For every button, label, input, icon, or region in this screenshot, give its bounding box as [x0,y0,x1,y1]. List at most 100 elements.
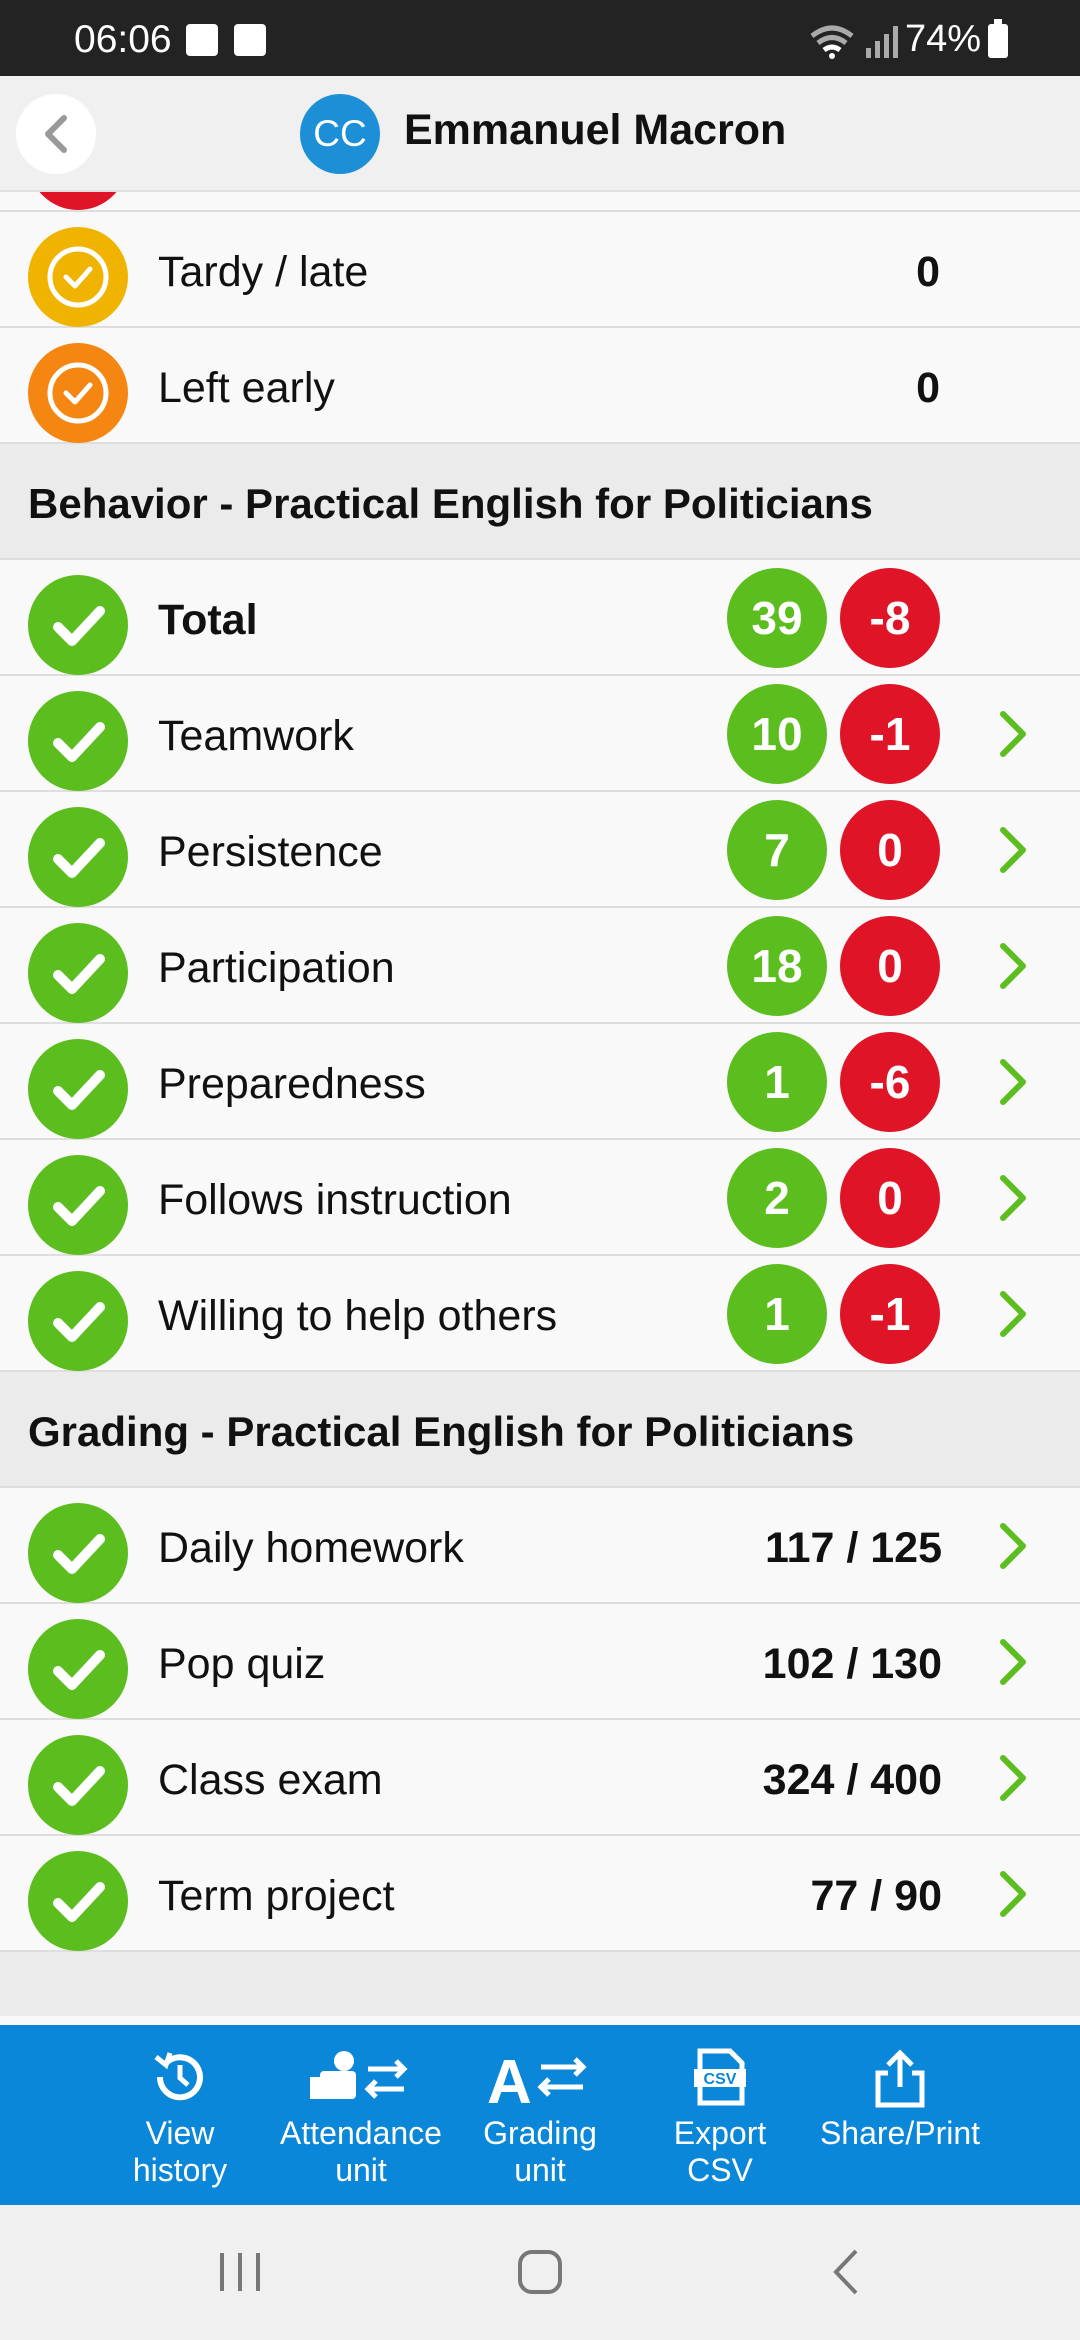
behavior-label: Total [158,596,258,644]
attendance-unit-label-2: unit [335,2152,387,2188]
absent-icon [28,192,128,210]
chevron-right-icon [1000,1175,1026,1221]
behavior-row[interactable]: Persistence 7 0 [0,792,1080,908]
battery-icon [988,19,1008,58]
system-nav-bar [0,2205,1080,2340]
signal-icon [866,26,898,58]
chevron-right-icon [1000,827,1026,873]
check-circle-icon [28,1039,128,1139]
negative-points-badge: -8 [840,568,940,668]
check-circle-icon [28,807,128,907]
attendance-unit-button[interactable]: Attendance unit [268,2025,454,2205]
section-behavior: Behavior - Practical English for Politic… [0,444,1080,560]
clock-check-icon [28,227,128,327]
grading-score: 77 / 90 [810,1872,943,1920]
grading-row[interactable]: Term project 77 / 90 [0,1836,1080,1952]
positive-points-badge: 7 [727,800,827,900]
chevron-right-icon [1000,943,1026,989]
back-button[interactable] [16,94,96,174]
check-circle-icon [28,1619,128,1719]
negative-points-badge: -1 [840,1264,940,1364]
csv-file-icon: CSV [694,2048,746,2106]
behavior-label: Persistence [158,828,383,876]
export-csv-label-1: Export [673,2115,767,2151]
clock-check-icon [28,343,128,443]
status-time: 06:06 [74,18,172,61]
checkbox-notification-icon [234,24,266,56]
view-history-button[interactable]: View history [120,2025,240,2205]
behavior-row[interactable]: Teamwork 10 -1 [0,676,1080,792]
avatar: CC [300,94,380,174]
view-history-label-1: View [145,2115,215,2151]
grading-unit-button[interactable]: A Grading unit [470,2025,610,2205]
battery-percent: 74% [905,18,982,60]
chevron-right-icon [1000,1291,1026,1337]
behavior-total-row[interactable]: Total 39 -8 [0,560,1080,676]
recent-apps-icon[interactable] [216,2247,264,2297]
check-circle-icon [28,1735,128,1835]
status-bar: 06:06 74% [0,0,1080,76]
negative-points-badge: -1 [840,684,940,784]
history-icon [154,2052,203,2101]
attendance-unit-label-1: Attendance [280,2115,442,2151]
behavior-label: Preparedness [158,1060,426,1108]
bottom-toolbar: View history Attendance unit A Grading unit… [0,2025,1080,2205]
behavior-row[interactable]: Willing to help others 1 -1 [0,1256,1080,1372]
negative-points-badge: -6 [840,1032,940,1132]
gallery-notification-icon [186,24,218,56]
behavior-row[interactable]: Preparedness 1 -6 [0,1024,1080,1140]
grading-row[interactable]: Class exam 324 / 400 [0,1720,1080,1836]
negative-points-badge: 0 [840,800,940,900]
behavior-label: Follows instruction [158,1176,512,1224]
row-label: Tardy / late [158,248,369,296]
list-item[interactable]: Tardy / late 0 [0,212,1080,328]
behavior-row[interactable]: Participation 18 0 [0,908,1080,1024]
view-history-label-2: history [132,2152,228,2188]
negative-points-badge: 0 [840,916,940,1016]
chevron-left-icon [45,115,67,153]
check-circle-icon [28,1851,128,1951]
student-name: Emmanuel Macron [404,106,787,154]
check-circle-icon [28,1155,128,1255]
check-circle-icon [28,691,128,791]
svg-text:A: A [487,2048,532,2107]
share-icon [875,2049,925,2108]
export-csv-button[interactable]: CSV Export CSV [660,2025,780,2205]
positive-points-badge: 39 [727,568,827,668]
section-title-grading: Grading - Practical English for Politici… [28,1408,855,1455]
check-circle-icon [28,1503,128,1603]
system-back-icon[interactable] [826,2247,866,2297]
export-csv-label-2: CSV [687,2152,753,2188]
chevron-right-icon [1000,1059,1026,1105]
list-end-spacer [0,1952,1080,2016]
row-value: 0 [916,248,940,296]
grading-score: 117 / 125 [765,1524,942,1572]
positive-points-badge: 10 [727,684,827,784]
grading-unit-label-2: unit [514,2152,566,2188]
grading-row[interactable]: Pop quiz 102 / 130 [0,1604,1080,1720]
positive-points-badge: 1 [727,1032,827,1132]
grading-row[interactable]: Daily homework 117 / 125 [0,1488,1080,1604]
list-item-partial [0,192,1080,212]
behavior-row[interactable]: Follows instruction 2 0 [0,1140,1080,1256]
section-title-behavior: Behavior - Practical English for Politic… [28,480,873,527]
share-print-button[interactable]: Share/Print [808,2025,992,2205]
behavior-label: Willing to help others [158,1292,558,1340]
grading-score: 102 / 130 [762,1640,942,1688]
chevron-right-icon [1000,1639,1026,1685]
list-item[interactable]: Left early 0 [0,328,1080,444]
chevron-right-icon [1000,1755,1026,1801]
positive-points-badge: 2 [727,1148,827,1248]
grading-unit-label-1: Grading [483,2115,597,2151]
section-grading: Grading - Practical English for Politici… [0,1372,1080,1488]
grading-label: Daily homework [158,1524,464,1572]
positive-points-badge: 1 [727,1264,827,1364]
behavior-label: Participation [158,944,395,992]
svg-text:CSV: CSV [704,2071,737,2088]
home-icon[interactable] [516,2247,564,2297]
negative-points-badge: 0 [840,1148,940,1248]
check-circle-icon [28,923,128,1023]
grading-label: Term project [158,1872,395,1920]
share-print-label: Share/Print [819,2115,981,2151]
grading-label: Pop quiz [158,1640,326,1688]
